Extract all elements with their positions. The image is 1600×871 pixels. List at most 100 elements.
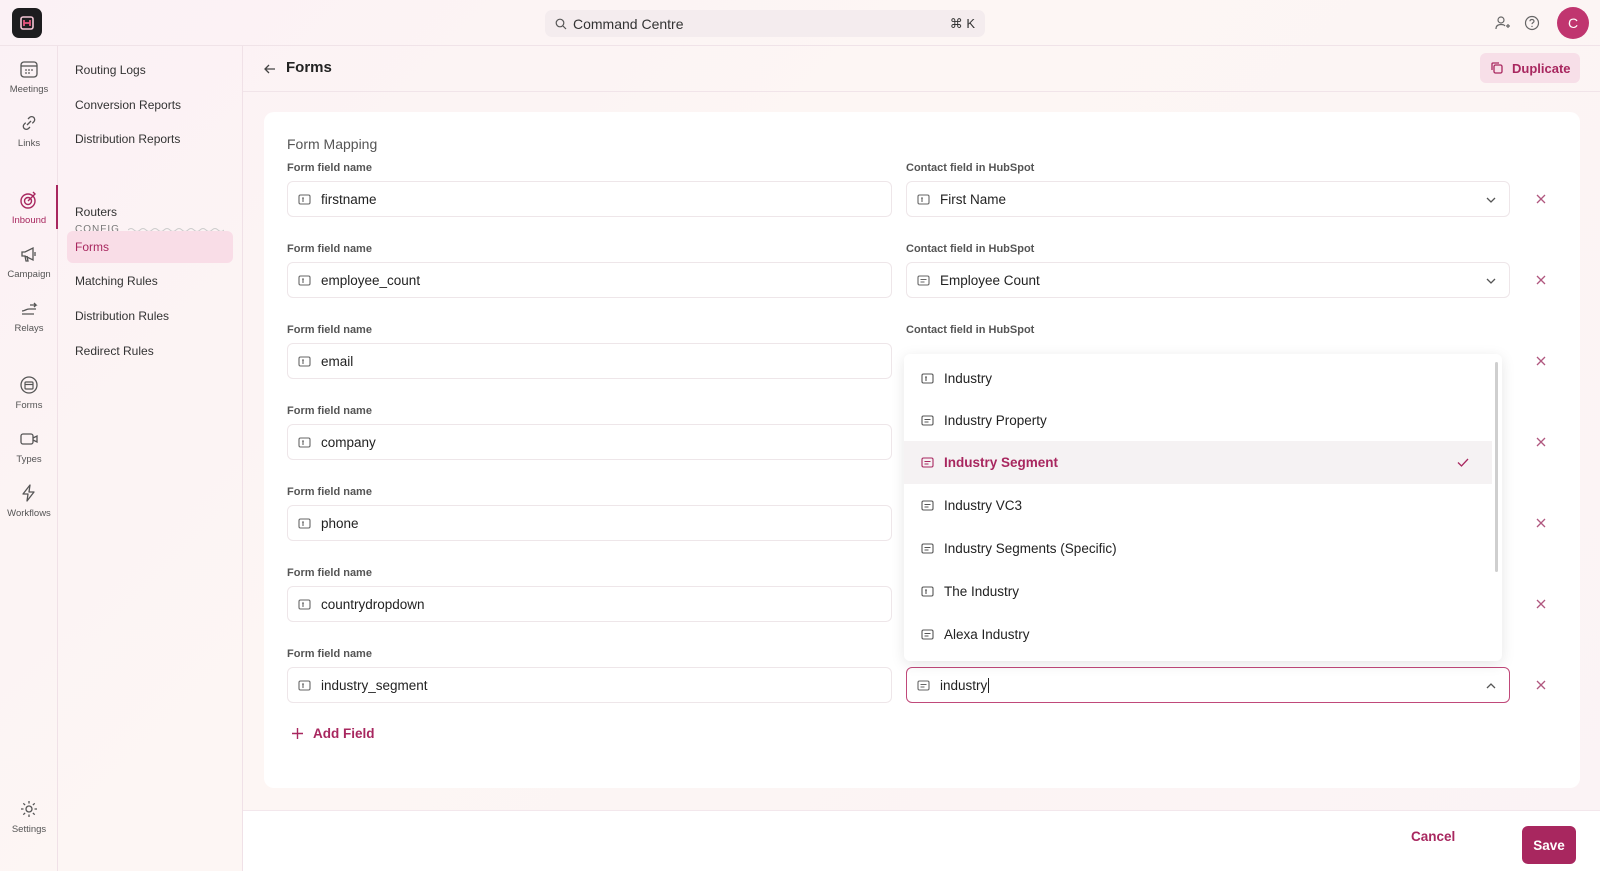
help-icon[interactable] — [1523, 14, 1541, 32]
command-centre-search[interactable]: Command Centre ⌘ K — [545, 10, 985, 37]
gear-icon — [21, 801, 37, 817]
subnav-item-forms[interactable]: Forms — [67, 231, 233, 263]
form-field-value: email — [321, 353, 354, 369]
rail-label: Types — [16, 454, 42, 465]
select-field-icon — [921, 629, 934, 640]
contact-field-select[interactable]: Employee Count — [906, 262, 1510, 298]
cancel-button[interactable]: Cancel — [1411, 829, 1455, 844]
select-field-icon — [917, 679, 930, 691]
checkmark-icon — [1457, 458, 1469, 467]
form-field-label: Form field name — [287, 162, 372, 174]
rail-item-forms[interactable]: Forms — [0, 374, 58, 411]
text-field-icon — [298, 598, 311, 610]
search-icon — [555, 18, 567, 29]
contact-field-label: Contact field in HubSpot — [906, 243, 1035, 255]
rail-label: Links — [17, 138, 41, 149]
command-centre-label: Command Centre — [573, 15, 684, 32]
rail-item-workflows[interactable]: Workflows — [0, 482, 58, 519]
plus-icon — [292, 728, 303, 739]
dropdown-option[interactable]: Alexa Industry — [904, 613, 1492, 656]
footer-bar: Cancel Save — [243, 810, 1600, 871]
subnav-item-matching-rules[interactable]: Matching Rules — [67, 265, 233, 297]
subnav-item-routing-logs[interactable]: Routing Logs — [67, 54, 233, 86]
form-field-value: employee_count — [321, 272, 421, 288]
shortcut-hint: ⌘ K — [949, 15, 975, 31]
form-field-input[interactable]: countrydropdown — [287, 586, 892, 622]
page-title: Forms — [286, 59, 332, 76]
remove-row-icon[interactable] — [1534, 516, 1548, 530]
add-field-button[interactable]: Add Field — [291, 726, 375, 741]
secondary-nav: Routing Logs Conversion Reports Distribu… — [58, 46, 243, 871]
subnav-item-distribution-reports[interactable]: Distribution Reports — [67, 123, 233, 155]
rail-item-campaign[interactable]: Campaign — [0, 243, 58, 280]
left-rail: Meetings Links Inbound Campaign Relays F… — [0, 46, 58, 871]
user-icon[interactable] — [1493, 14, 1511, 32]
rail-item-relays[interactable]: Relays — [0, 297, 58, 334]
text-field-icon — [298, 274, 311, 286]
rail-item-inbound[interactable]: Inbound — [0, 185, 58, 229]
dropdown-option[interactable]: Industry Property — [904, 399, 1492, 442]
remove-row-icon[interactable] — [1534, 192, 1548, 206]
text-field-icon — [921, 373, 934, 384]
target-icon — [20, 191, 36, 209]
dropdown-option[interactable]: The Industry — [904, 570, 1492, 613]
relay-icon — [21, 302, 38, 315]
copy-icon — [1491, 62, 1503, 74]
dropdown-option[interactable]: Industry — [904, 357, 1492, 400]
text-field-icon — [298, 679, 311, 691]
text-field-icon — [298, 355, 311, 367]
form-mapping-card: Form Mapping Form field name Contact fie… — [264, 112, 1580, 788]
remove-row-icon[interactable] — [1534, 597, 1548, 611]
rail-label: Meetings — [9, 84, 49, 95]
back-arrow-icon[interactable] — [263, 62, 277, 76]
number-field-icon — [917, 274, 930, 286]
app-logo[interactable] — [12, 8, 42, 38]
rail-label: Inbound — [11, 215, 47, 226]
subnav-item-routers[interactable]: Routers — [67, 196, 233, 228]
form-field-input[interactable]: firstname — [287, 181, 892, 217]
form-field-input[interactable]: industry_segment — [287, 667, 892, 703]
text-field-icon — [298, 436, 311, 448]
subnav-item-redirect-rules[interactable]: Redirect Rules — [67, 335, 233, 367]
select-field-icon — [921, 457, 934, 468]
form-field-input[interactable]: company — [287, 424, 892, 460]
chevron-down-icon — [1486, 197, 1496, 203]
dropdown-option-label: The Industry — [944, 584, 1020, 599]
calendar-icon — [20, 61, 38, 78]
bolt-icon — [22, 484, 35, 502]
rail-item-meetings[interactable]: Meetings — [0, 58, 58, 95]
form-field-input[interactable]: employee_count — [287, 262, 892, 298]
dropdown-option-selected[interactable]: Industry Segment — [904, 441, 1492, 484]
video-icon — [20, 433, 38, 445]
rail-item-types[interactable]: Types — [0, 428, 58, 465]
contact-field-select[interactable]: First Name — [906, 181, 1510, 217]
subnav-item-distribution-rules[interactable]: Distribution Rules — [67, 300, 233, 332]
form-field-input[interactable]: email — [287, 343, 892, 379]
rail-label: Campaign — [7, 269, 51, 280]
remove-row-icon[interactable] — [1534, 273, 1548, 287]
form-field-input[interactable]: phone — [287, 505, 892, 541]
remove-row-icon[interactable] — [1534, 678, 1548, 692]
rail-item-settings[interactable]: Settings — [0, 798, 58, 835]
rail-item-links[interactable]: Links — [0, 112, 58, 149]
avatar[interactable]: C — [1557, 7, 1589, 39]
contact-field-search-input[interactable]: industry — [906, 667, 1510, 703]
contact-field-value: Employee Count — [940, 272, 1040, 288]
text-field-icon — [921, 586, 934, 597]
subnav-item-conversion-reports[interactable]: Conversion Reports — [67, 89, 233, 121]
save-button[interactable]: Save — [1522, 826, 1576, 864]
dropdown-option-label: Alexa Industry — [944, 627, 1030, 642]
remove-row-icon[interactable] — [1534, 354, 1548, 368]
add-field-label: Add Field — [313, 726, 375, 741]
text-cursor — [988, 677, 990, 693]
select-field-icon — [921, 500, 934, 511]
form-field-label: Form field name — [287, 243, 372, 255]
dropdown-option[interactable]: Industry VC3 — [904, 484, 1492, 527]
dropdown-scrollbar[interactable] — [1495, 362, 1498, 572]
duplicate-button[interactable]: Duplicate — [1480, 53, 1580, 83]
rail-label: Relays — [14, 323, 44, 334]
text-field-icon — [298, 193, 311, 205]
dropdown-option[interactable]: Industry Segments (Specific) — [904, 527, 1492, 570]
rail-label: Settings — [11, 824, 47, 835]
remove-row-icon[interactable] — [1534, 435, 1548, 449]
